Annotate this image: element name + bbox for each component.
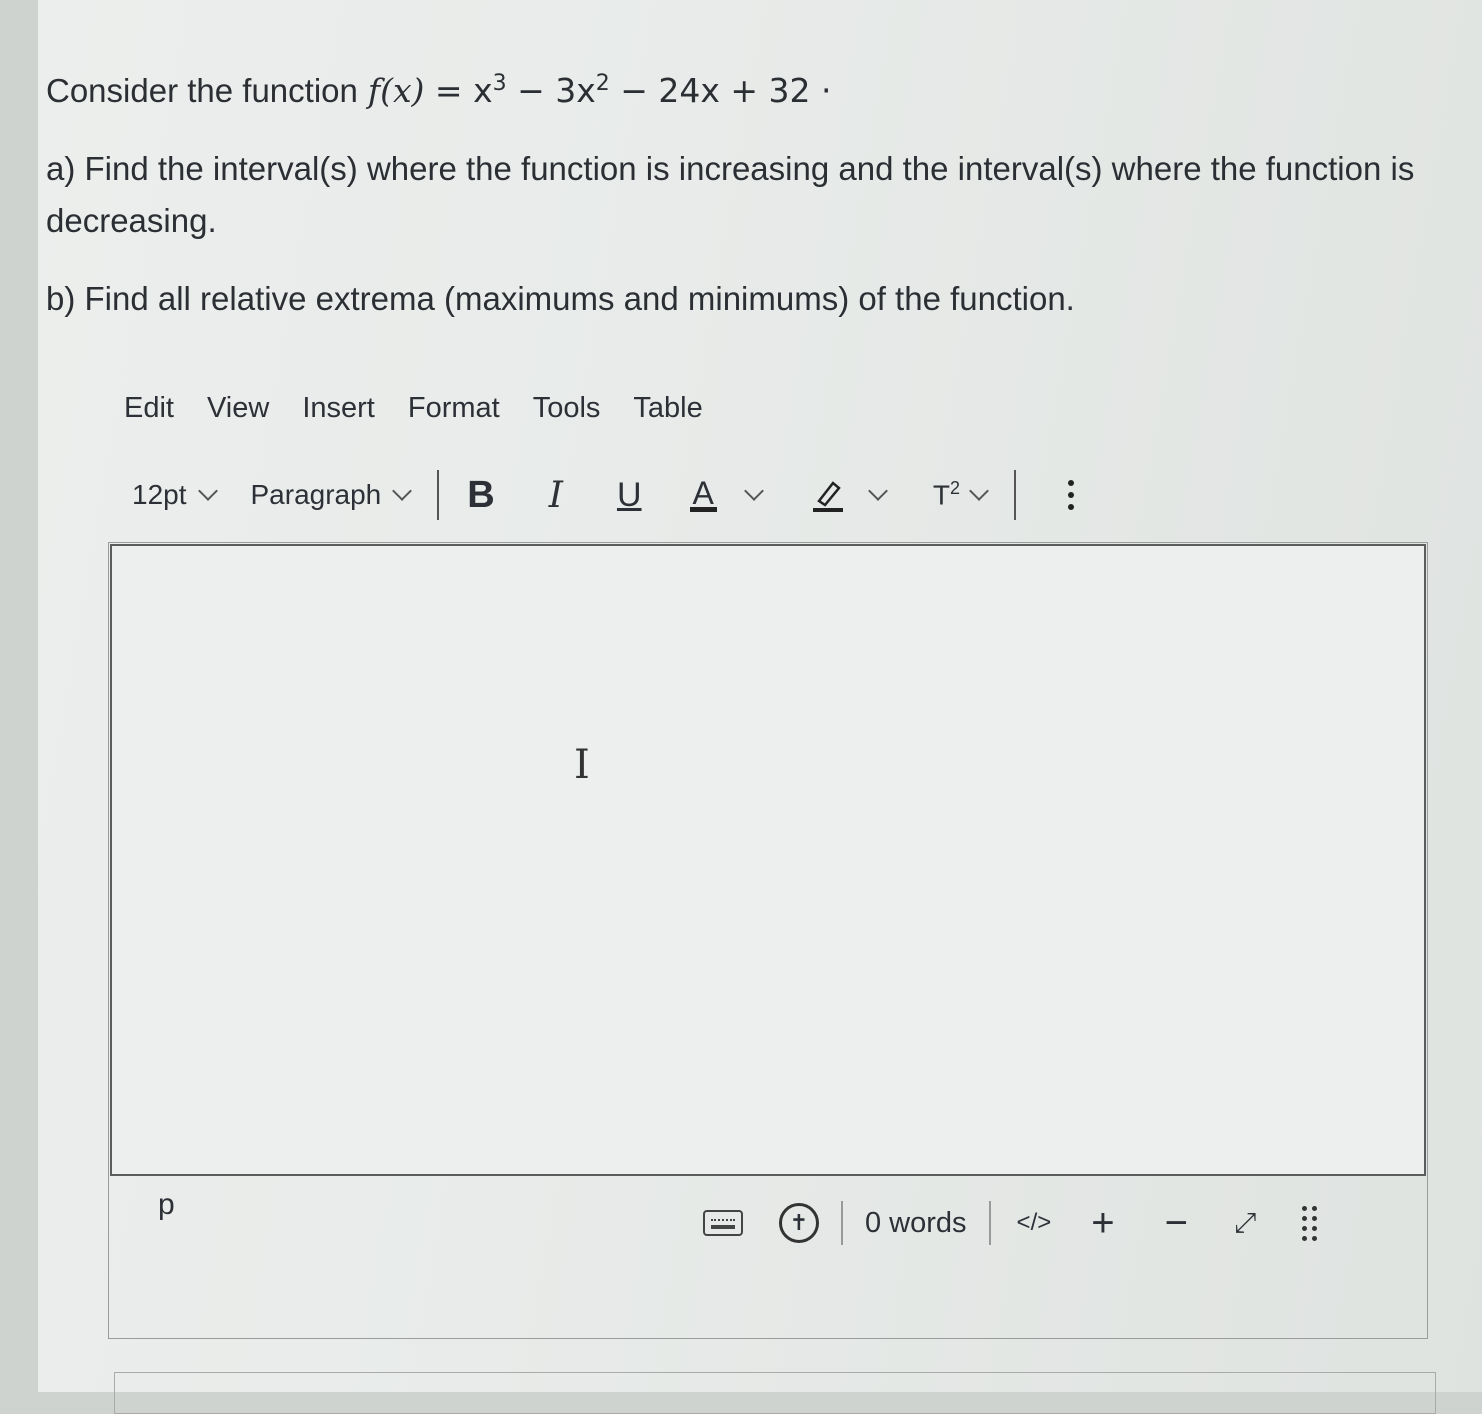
font-size-dropdown[interactable]: 12pt bbox=[132, 479, 218, 511]
menu-format[interactable]: Format bbox=[408, 392, 500, 425]
question-intro: Consider the function f(x) = x3 − 3x2 − … bbox=[46, 58, 1416, 117]
text-cursor-icon: I bbox=[574, 742, 590, 788]
question-text: Consider the function f(x) = x3 − 3x2 − … bbox=[46, 58, 1416, 325]
font-size-value: 12pt bbox=[132, 479, 187, 510]
chevron-down-icon bbox=[969, 481, 989, 501]
function-formula: f(x) = x3 − 3x2 − 24x + 32 · bbox=[368, 58, 832, 117]
rich-text-editor-area[interactable] bbox=[110, 544, 1426, 1176]
status-divider bbox=[988, 1201, 991, 1245]
block-format-dropdown[interactable]: Paragraph bbox=[250, 479, 413, 511]
underline-button[interactable]: U bbox=[617, 476, 642, 515]
statusbar-controls: ✝ 0 words </> + − ⤢ bbox=[703, 1198, 1318, 1248]
editor-menubar: Edit View Insert Format Tools Table bbox=[124, 392, 703, 425]
menu-insert[interactable]: Insert bbox=[302, 392, 375, 425]
zoom-out-icon[interactable]: − bbox=[1165, 1203, 1188, 1243]
editor-toolbar: 12pt Paragraph B I U A T2 bbox=[132, 468, 1074, 522]
chevron-down-icon bbox=[867, 481, 888, 501]
menu-edit[interactable]: Edit bbox=[124, 392, 174, 425]
resize-handle-icon[interactable] bbox=[1302, 1205, 1318, 1241]
menu-view[interactable]: View bbox=[207, 392, 269, 425]
formula-eq: = x bbox=[424, 71, 493, 110]
part-b-text: b) Find all relative extrema (maximums a… bbox=[46, 280, 1075, 317]
toolbar-divider bbox=[437, 470, 440, 520]
block-format-value: Paragraph bbox=[250, 479, 382, 510]
html-editor-toggle[interactable]: </> bbox=[1017, 1209, 1052, 1237]
highlight-color-button[interactable] bbox=[811, 477, 888, 513]
text-color-button[interactable]: A bbox=[689, 477, 764, 512]
superscript-button[interactable]: T2 bbox=[933, 478, 989, 511]
formula-mid: − 3x bbox=[506, 71, 596, 110]
chevron-down-icon bbox=[197, 481, 218, 501]
keyboard-shortcuts-icon[interactable] bbox=[703, 1210, 743, 1236]
bold-button[interactable]: B bbox=[467, 474, 494, 517]
more-options-icon[interactable] bbox=[1067, 480, 1074, 510]
text-color-icon: A bbox=[689, 477, 717, 512]
status-divider bbox=[841, 1201, 843, 1245]
formula-exp2: 2 bbox=[595, 71, 610, 96]
formula-tail: − 24x + 32 · bbox=[609, 71, 832, 110]
superscript-icon: T2 bbox=[933, 478, 960, 511]
accessibility-checker-icon[interactable]: ✝ bbox=[779, 1203, 819, 1243]
element-path[interactable]: p bbox=[158, 1188, 175, 1222]
formula-exp3: 3 bbox=[492, 71, 507, 96]
highlighter-icon bbox=[812, 481, 843, 512]
italic-button[interactable]: I bbox=[549, 475, 563, 516]
next-section-frame bbox=[114, 1372, 1436, 1414]
chevron-down-icon bbox=[392, 481, 413, 501]
menu-table[interactable]: Table bbox=[633, 392, 702, 425]
toolbar-divider bbox=[1013, 470, 1016, 520]
fullscreen-icon[interactable]: ⤢ bbox=[1234, 1207, 1256, 1240]
intro-text: Consider the function bbox=[46, 72, 358, 109]
word-count[interactable]: 0 words bbox=[865, 1207, 967, 1240]
zoom-in-icon[interactable]: + bbox=[1091, 1203, 1114, 1243]
function-name: f(x) bbox=[367, 71, 425, 110]
superscript-exp: 2 bbox=[949, 478, 960, 499]
chevron-down-icon bbox=[743, 481, 764, 501]
superscript-base: T bbox=[932, 479, 950, 511]
menu-tools[interactable]: Tools bbox=[533, 392, 601, 425]
part-a-text: a) Find the interval(s) where the functi… bbox=[46, 150, 1415, 239]
editor-statusbar: p ✝ 0 words </> + − ⤢ bbox=[108, 1188, 1426, 1258]
